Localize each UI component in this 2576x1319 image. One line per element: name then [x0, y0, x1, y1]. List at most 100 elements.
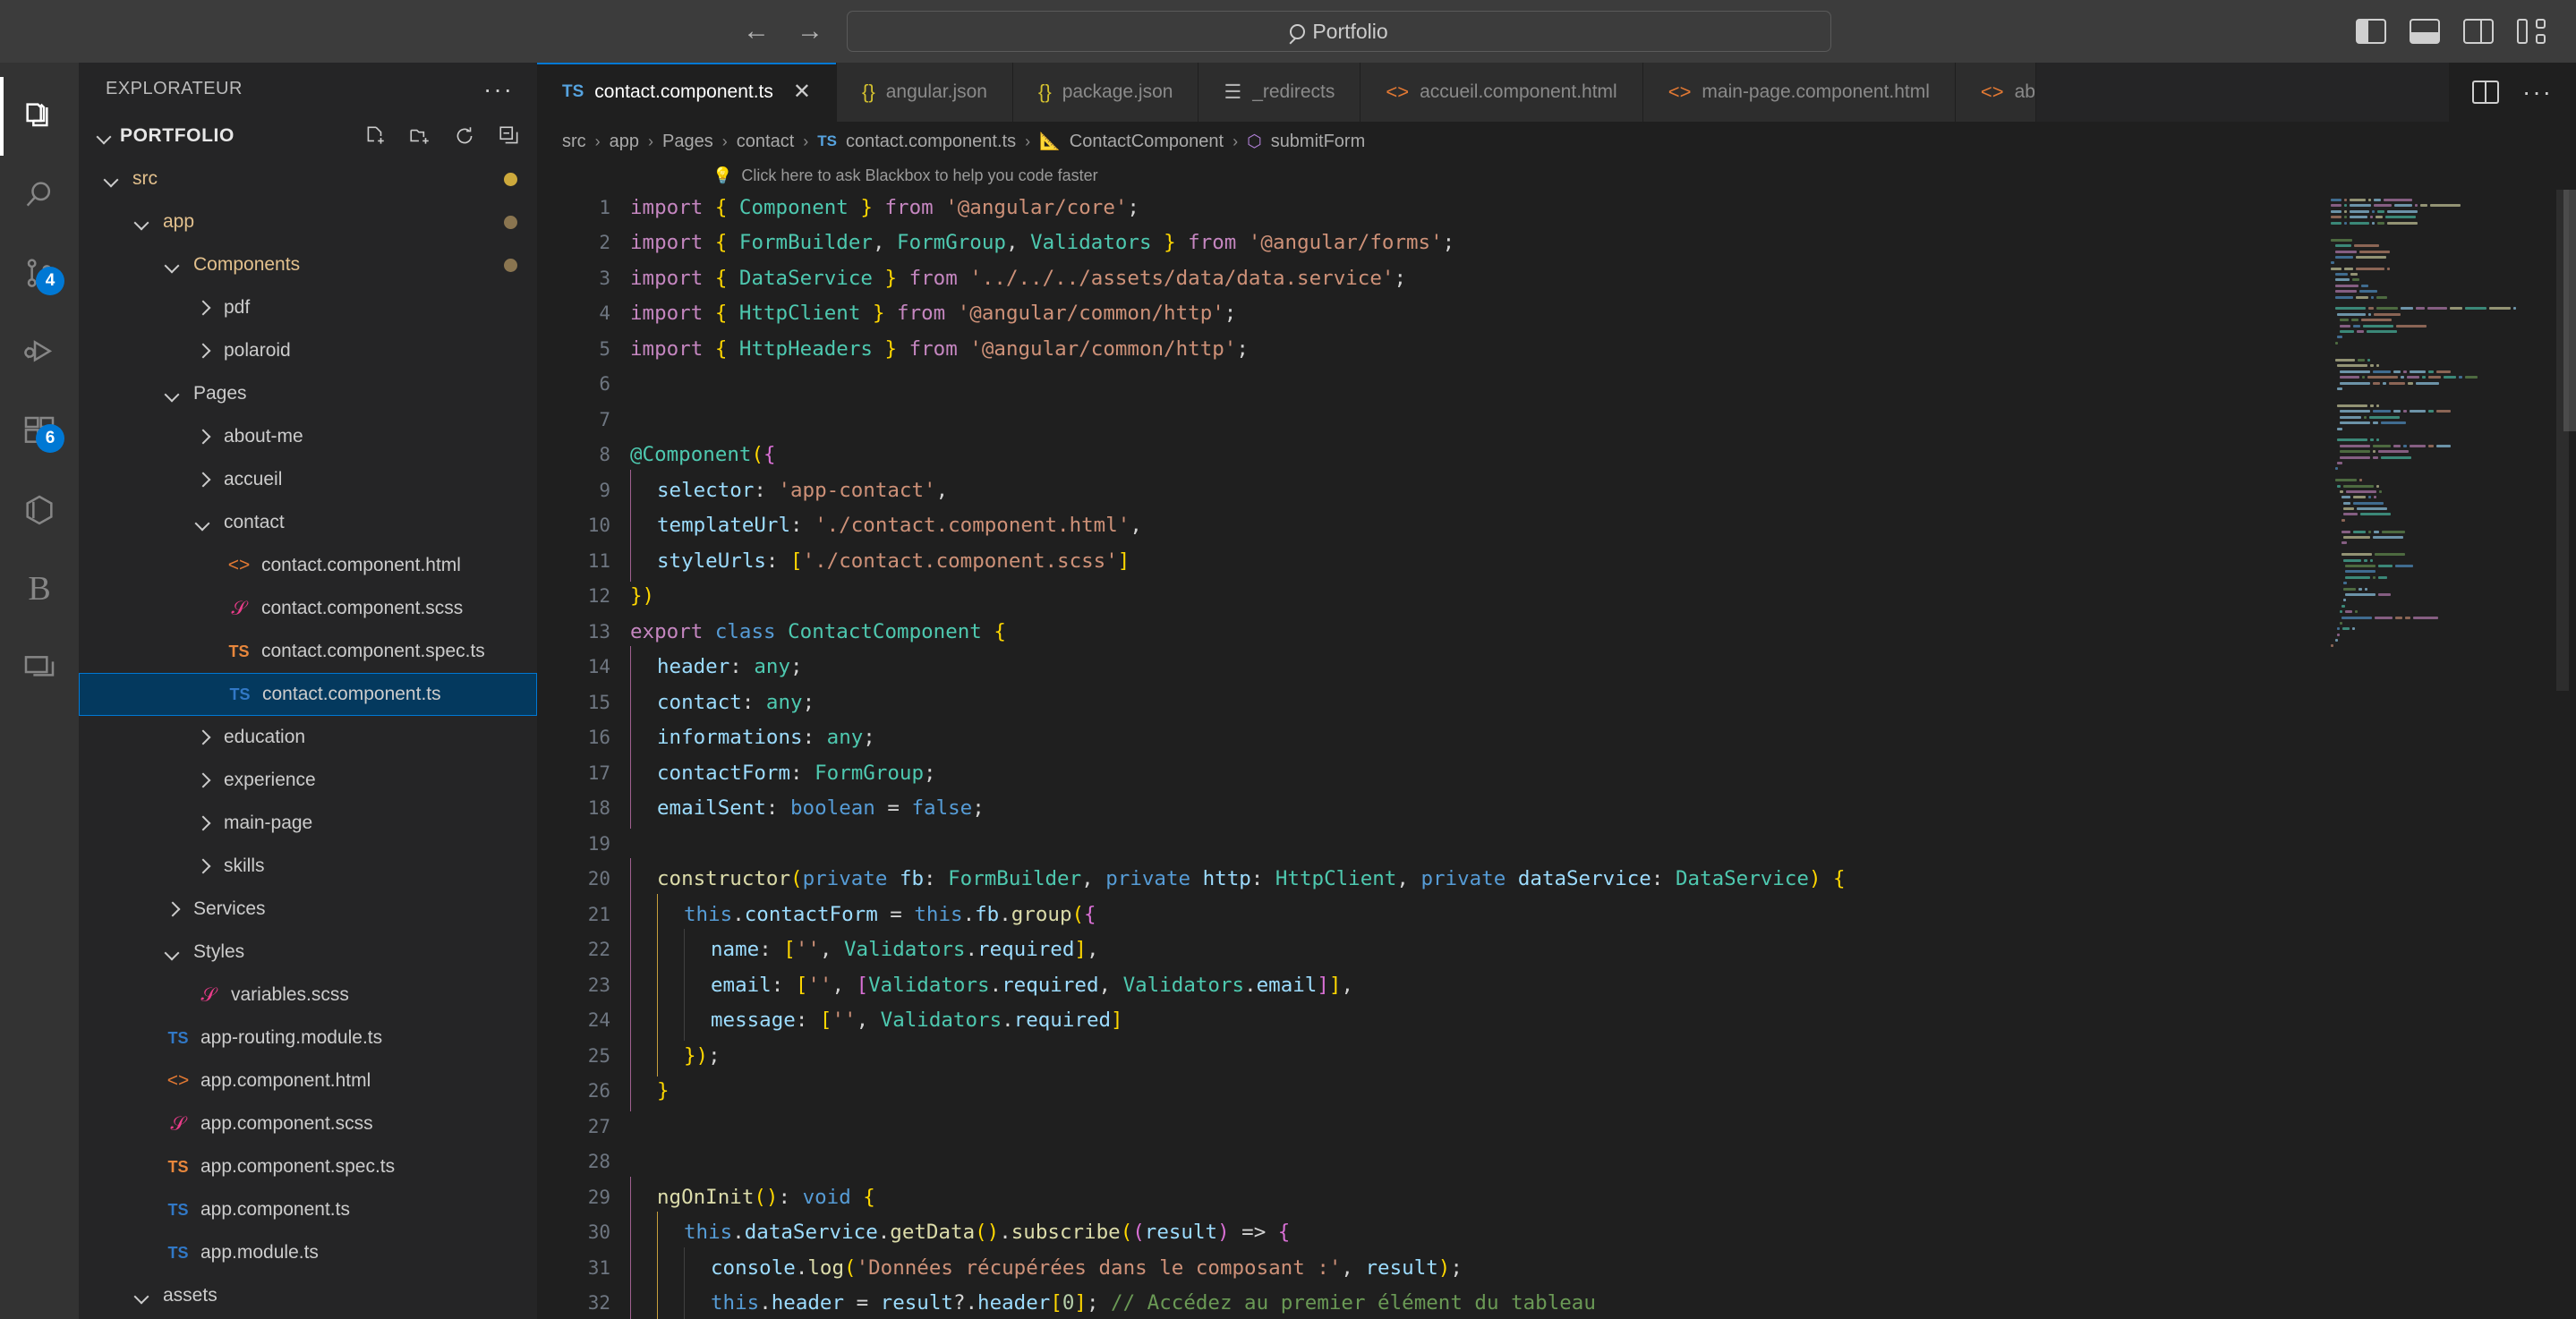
tree-folder-row[interactable]: education: [79, 716, 537, 759]
code-line[interactable]: 6: [537, 367, 2316, 403]
code-line[interactable]: 3 import { DataService } from '../../../a…: [537, 260, 2316, 296]
tree-folder-row[interactable]: pdf: [79, 286, 537, 329]
editor-tab[interactable]: <> accueil.component.html: [1361, 63, 1643, 122]
editor-tab[interactable]: <> ab: [1955, 63, 2036, 122]
code-line[interactable]: 4 import { HttpClient } from '@angular/co…: [537, 296, 2316, 332]
code-line[interactable]: 12}): [537, 579, 2316, 615]
sidebar-more-actions-icon[interactable]: ···: [483, 76, 514, 101]
breadcrumb-item[interactable]: ContactComponent: [1070, 132, 1224, 152]
code-line[interactable]: 24 message: ['', Validators.required]: [537, 1000, 2316, 1042]
toggle-secondary-sidebar-icon[interactable]: [2463, 19, 2494, 44]
editor-scrollbar[interactable]: [2563, 190, 2576, 431]
code-line[interactable]: 30 this.dataService.getData().subscribe(…: [537, 1212, 2316, 1254]
breadcrumb-item[interactable]: Pages: [662, 132, 713, 152]
refresh-icon[interactable]: [453, 124, 476, 148]
code-line[interactable]: 8 @Component({: [537, 438, 2316, 473]
code-line[interactable]: 10 templateUrl: './contact.component.htm…: [537, 505, 2316, 547]
tree-folder-row[interactable]: contact: [79, 501, 537, 544]
tree-file-row[interactable]: 𝒮variables.scss: [79, 974, 537, 1017]
activity-item-source-control[interactable]: 4: [0, 234, 79, 313]
code-line[interactable]: 20 constructor(private fb: FormBuilder, …: [537, 858, 2316, 900]
tree-folder-row[interactable]: Pages: [79, 372, 537, 415]
tree-folder-row[interactable]: src: [79, 157, 537, 200]
editor-tabs[interactable]: TS contact.component.ts ✕ {} angular.json {} p…: [537, 63, 2576, 122]
tree-file-row[interactable]: <> contact.component.html: [79, 544, 537, 587]
toggle-panel-icon[interactable]: [2410, 19, 2440, 44]
code-line[interactable]: 15 contact: any;: [537, 681, 2316, 723]
file-tree[interactable]: src app Components pdf polaroid Pages about-me…: [79, 156, 537, 1319]
code-line[interactable]: 16 informations: any;: [537, 717, 2316, 759]
editor-tab[interactable]: {} angular.json: [837, 63, 1013, 122]
tree-folder-row[interactable]: accueil: [79, 458, 537, 501]
activity-item-comments[interactable]: [0, 628, 79, 707]
tree-file-row[interactable]: TS app.component.spec.ts: [79, 1145, 537, 1188]
tree-folder-row[interactable]: Components: [79, 243, 537, 286]
editor-tab[interactable]: <> main-page.component.html: [1642, 63, 1956, 122]
tree-folder-row[interactable]: app: [79, 200, 537, 243]
close-icon[interactable]: ✕: [793, 81, 811, 103]
tree-folder-row[interactable]: polaroid: [79, 329, 537, 372]
code-line[interactable]: 26 }: [537, 1070, 2316, 1112]
breadcrumb-item[interactable]: contact.component.ts: [846, 132, 1016, 152]
code-line[interactable]: 5 import { HttpHeaders } from '@angular/c…: [537, 331, 2316, 367]
code-line[interactable]: 18 emailSent: boolean = false;: [537, 787, 2316, 830]
customize-layout-icon[interactable]: [2517, 19, 2546, 44]
code-line[interactable]: 31 console.log('Données récupérées dans …: [537, 1247, 2316, 1289]
collapse-all-icon[interactable]: [498, 124, 521, 148]
activity-item-search[interactable]: [0, 156, 79, 234]
tree-file-row[interactable]: TS app.module.ts: [79, 1231, 537, 1274]
editor-tab[interactable]: {} package.json: [1012, 63, 1199, 122]
split-editor-icon[interactable]: [2472, 81, 2500, 104]
code-line[interactable]: 25 });: [537, 1034, 2316, 1076]
new-folder-icon[interactable]: [408, 124, 431, 148]
breadcrumb[interactable]: src › app › Pages › contact › TS contact.componen…: [537, 122, 2576, 161]
toggle-primary-sidebar-icon[interactable]: [2356, 19, 2386, 44]
code-line[interactable]: 32 this.header = result?.header[0]; // A…: [537, 1282, 2316, 1319]
code-line[interactable]: 28: [537, 1145, 2316, 1180]
tree-folder-row[interactable]: assets: [79, 1274, 537, 1317]
code-line[interactable]: 23 email: ['', [Validators.required, Val…: [537, 964, 2316, 1006]
explorer-root-header[interactable]: PORTFOLIO: [79, 116, 537, 157]
tree-folder-row[interactable]: skills: [79, 845, 537, 888]
tree-folder-row[interactable]: experience: [79, 759, 537, 802]
code-line[interactable]: 11 styleUrls: ['./contact.component.scss…: [537, 540, 2316, 582]
tree-file-row[interactable]: TS contact.component.spec.ts: [79, 630, 537, 673]
editor-tab[interactable]: TS contact.component.ts ✕: [537, 63, 838, 122]
activity-item-explorer[interactable]: [0, 77, 79, 156]
quick-input-search[interactable]: Portfolio: [847, 11, 1831, 52]
code-line[interactable]: 27: [537, 1109, 2316, 1145]
tree-file-row[interactable]: TS contact.component.ts: [79, 673, 537, 717]
tree-folder-row[interactable]: Styles: [79, 931, 537, 974]
code-line[interactable]: 1 import { Component } from '@angular/cor…: [537, 190, 2316, 226]
code-line[interactable]: 19: [537, 826, 2316, 862]
activity-item-run-and-debug[interactable]: [0, 313, 79, 392]
breadcrumb-item[interactable]: contact: [737, 132, 794, 152]
tree-file-row[interactable]: 𝒮contact.component.scss: [79, 587, 537, 630]
breadcrumb-item[interactable]: submitForm: [1271, 132, 1366, 152]
tree-folder-row[interactable]: Services: [79, 888, 537, 931]
forward-icon[interactable]: →: [795, 18, 825, 45]
tree-file-row[interactable]: TS app.component.ts: [79, 1188, 537, 1231]
code-line[interactable]: 2 import { FormBuilder, FormGroup, Valida…: [537, 226, 2316, 261]
tree-file-row[interactable]: 𝒮app.component.scss: [79, 1102, 537, 1145]
tree-file-row[interactable]: TS app-routing.module.ts: [79, 1017, 537, 1059]
code-editor[interactable]: 1 import { Component } from '@angular/cor…: [537, 190, 2316, 1319]
breadcrumb-item[interactable]: app: [610, 132, 639, 152]
tree-folder-row[interactable]: about-me: [79, 415, 537, 458]
tree-folder-row[interactable]: main-page: [79, 802, 537, 845]
code-line[interactable]: 21 this.contactForm = this.fb.group({: [537, 893, 2316, 935]
code-line[interactable]: 14 header: any;: [537, 646, 2316, 688]
back-icon[interactable]: ←: [741, 18, 772, 45]
activity-item-remote-explorer[interactable]: [0, 471, 79, 549]
minimap[interactable]: [2316, 190, 2576, 1319]
code-line[interactable]: 9 selector: 'app-contact',: [537, 469, 2316, 511]
activity-item-extensions[interactable]: 6: [0, 392, 79, 471]
breadcrumb-item[interactable]: src: [562, 132, 586, 152]
editor-tab[interactable]: ☰ _redirects: [1198, 63, 1361, 122]
code-line[interactable]: 29 ngOnInit(): void {: [537, 1176, 2316, 1218]
tree-file-row[interactable]: <> app.component.html: [79, 1059, 537, 1102]
code-line[interactable]: 13 export class ContactComponent {: [537, 614, 2316, 650]
code-line[interactable]: 22 name: ['', Validators.required],: [537, 929, 2316, 971]
more-editor-actions-icon[interactable]: ···: [2522, 80, 2553, 105]
code-line[interactable]: 17 contactForm: FormGroup;: [537, 752, 2316, 794]
